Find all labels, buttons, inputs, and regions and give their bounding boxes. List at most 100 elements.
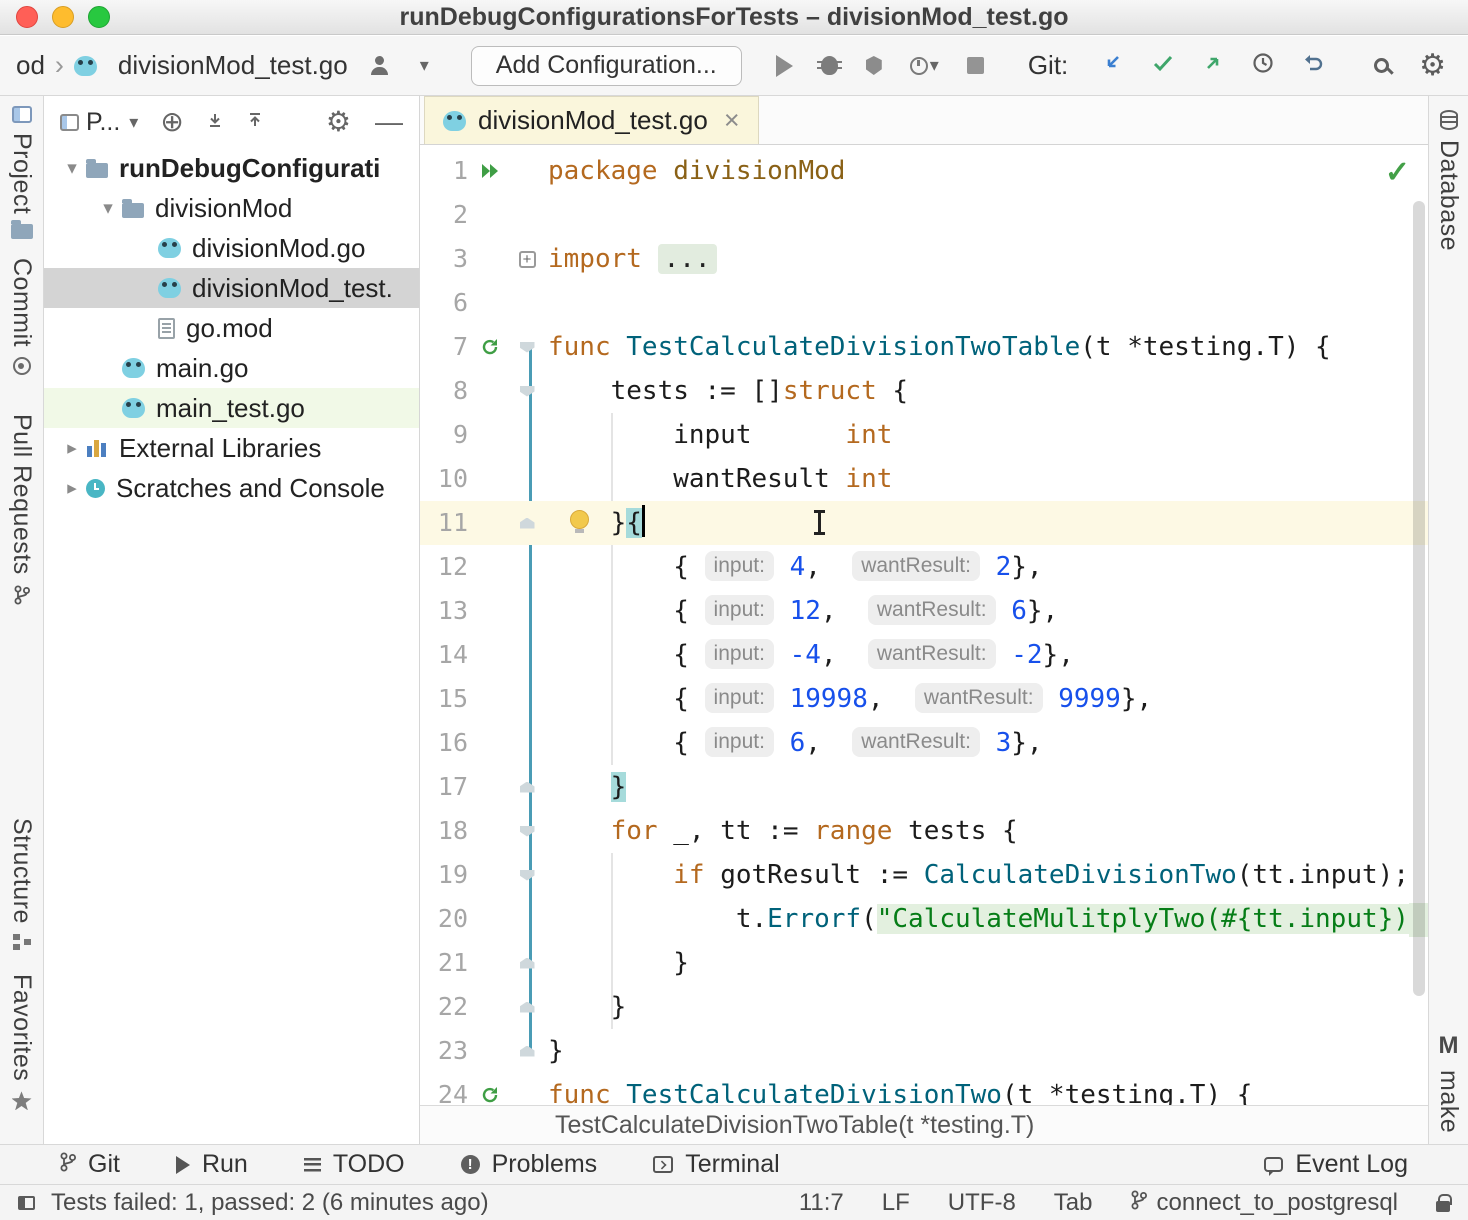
inspection-ok-icon[interactable]: ✓: [1385, 155, 1410, 190]
close-window-button[interactable]: [16, 6, 38, 28]
code-line[interactable]: 14 { input: -4, wantResult: -2},: [420, 633, 1428, 677]
expand-all-icon[interactable]: [206, 111, 224, 134]
file-encoding[interactable]: UTF-8: [948, 1189, 1016, 1217]
fold-marker[interactable]: [512, 782, 542, 793]
close-tab-icon[interactable]: ×: [724, 105, 740, 136]
tree-item-main-go[interactable]: main.go: [44, 348, 419, 388]
tree-item-divisionmod[interactable]: ▾divisionMod: [44, 188, 419, 228]
locate-file-icon[interactable]: ⊕: [160, 108, 183, 136]
tree-item-divisionmod-go[interactable]: divisionMod.go: [44, 228, 419, 268]
code-line[interactable]: 23}: [420, 1029, 1428, 1073]
code-line[interactable]: 8 tests := []struct {: [420, 369, 1428, 413]
history-clock-icon[interactable]: [1252, 52, 1274, 79]
intention-bulb-icon[interactable]: [570, 510, 589, 529]
tool-button-event-log[interactable]: Event Log: [1264, 1150, 1408, 1179]
tool-button-todo[interactable]: TODO: [304, 1150, 405, 1179]
tree-item-external-libraries[interactable]: ▸External Libraries: [44, 428, 419, 468]
breadcrumb-file[interactable]: divisionMod_test.go: [74, 50, 348, 81]
editor-tab[interactable]: divisionMod_test.go ×: [424, 96, 759, 144]
hide-panel-icon[interactable]: —: [375, 108, 403, 136]
user-widget[interactable]: ▾: [370, 55, 429, 76]
zoom-window-button[interactable]: [88, 6, 110, 28]
fold-marker[interactable]: [512, 958, 542, 969]
fold-marker[interactable]: [512, 1046, 542, 1057]
gear-icon[interactable]: ⚙: [1419, 51, 1446, 81]
debug-icon[interactable]: [821, 56, 838, 75]
toolwindow-toggle-icon[interactable]: [18, 1196, 35, 1210]
code-line[interactable]: 20 t.Errorf("CalculateMulitplyTwo(#{tt.i…: [420, 897, 1428, 941]
indent-style[interactable]: Tab: [1054, 1189, 1093, 1217]
tool-button-make[interactable]: M make: [1429, 1032, 1468, 1133]
breadcrumb-module[interactable]: od: [16, 50, 45, 81]
code-line[interactable]: 6: [420, 281, 1428, 325]
code-line[interactable]: 15 { input: 19998, wantResult: 9999},: [420, 677, 1428, 721]
tree-item-main-test-go[interactable]: main_test.go: [44, 388, 419, 428]
run-test-icon[interactable]: [468, 337, 512, 357]
tool-button-database[interactable]: Database: [1429, 110, 1468, 251]
code-line[interactable]: 7func TestCalculateDivisionTwoTable(t *t…: [420, 325, 1428, 369]
commit-check-icon[interactable]: [1152, 54, 1174, 77]
git-branch-widget[interactable]: connect_to_postgresql: [1131, 1189, 1399, 1217]
tree-item-divisionmod-test[interactable]: divisionMod_test.: [44, 268, 419, 308]
add-configuration-button[interactable]: Add Configuration...: [471, 46, 742, 86]
tool-button-git[interactable]: Git: [60, 1150, 120, 1179]
fold-marker[interactable]: [512, 342, 542, 353]
fold-marker[interactable]: [512, 251, 542, 268]
code-editor[interactable]: 1package divisionMod23import ...67func T…: [420, 145, 1428, 1105]
collapse-all-icon[interactable]: [246, 111, 264, 134]
tree-item-rundebugconfigurati[interactable]: ▾runDebugConfigurati: [44, 148, 419, 188]
tree-item-scratches-and-console[interactable]: ▸Scratches and Console: [44, 468, 419, 508]
update-project-icon[interactable]: [1102, 52, 1124, 79]
fold-marker[interactable]: [512, 1002, 542, 1013]
tool-button-problems[interactable]: Problems: [461, 1150, 598, 1179]
code-line[interactable]: 11 }{: [420, 501, 1428, 545]
code-line[interactable]: 18 for _, tt := range tests {: [420, 809, 1428, 853]
code-line[interactable]: 19 if gotResult := CalculateDivisionTwo(…: [420, 853, 1428, 897]
code-line[interactable]: 22 }: [420, 985, 1428, 1029]
status-message[interactable]: Tests failed: 1, passed: 2 (6 minutes ag…: [51, 1189, 489, 1217]
tree-chevron-icon[interactable]: ▸: [58, 437, 86, 460]
lock-icon[interactable]: [1436, 1201, 1450, 1212]
minimize-window-button[interactable]: [52, 6, 74, 28]
caret-position[interactable]: 11:7: [799, 1189, 844, 1217]
code-line[interactable]: 17 }: [420, 765, 1428, 809]
line-separator[interactable]: LF: [882, 1189, 910, 1217]
titlebar[interactable]: runDebugConfigurationsForTests – divisio…: [0, 0, 1468, 35]
code-line[interactable]: 10 wantResult int: [420, 457, 1428, 501]
push-icon[interactable]: [1202, 52, 1224, 79]
tool-button-run[interactable]: Run: [176, 1150, 248, 1179]
tree-chevron-icon[interactable]: ▸: [58, 477, 86, 500]
run-icon[interactable]: [776, 55, 793, 77]
tool-button-project[interactable]: Project: [0, 106, 43, 239]
project-view-selector[interactable]: P... ▾: [60, 108, 138, 137]
tool-button-structure[interactable]: Structure: [0, 818, 43, 950]
tool-button-commit[interactable]: Commit: [0, 258, 43, 375]
tool-button-terminal[interactable]: Terminal: [653, 1150, 779, 1179]
fold-marker[interactable]: [512, 826, 542, 837]
tree-chevron-icon[interactable]: ▾: [94, 197, 122, 220]
code-line[interactable]: 16 { input: 6, wantResult: 3},: [420, 721, 1428, 765]
code-line[interactable]: 3import ...: [420, 237, 1428, 281]
code-line[interactable]: 21 }: [420, 941, 1428, 985]
fold-marker[interactable]: [512, 386, 542, 397]
stop-icon[interactable]: [967, 57, 984, 74]
editor-scrollbar[interactable]: [1413, 201, 1425, 996]
coverage-icon[interactable]: [866, 56, 882, 75]
code-line[interactable]: 13 { input: 12, wantResult: 6},: [420, 589, 1428, 633]
tool-button-favorites[interactable]: Favorites: [0, 974, 43, 1110]
rollback-icon[interactable]: [1302, 53, 1324, 78]
tree-item-go-mod[interactable]: go.mod: [44, 308, 419, 348]
tool-button-pull-requests[interactable]: Pull Requests: [0, 414, 43, 610]
profiler-widget[interactable]: ▾: [910, 55, 939, 76]
code-line[interactable]: 1package divisionMod: [420, 149, 1428, 193]
run-test-icon[interactable]: [468, 1085, 512, 1105]
code-line[interactable]: 12 { input: 4, wantResult: 2},: [420, 545, 1428, 589]
context-function-signature[interactable]: TestCalculateDivisionTwoTable(t *testing…: [555, 1111, 1034, 1140]
run-all-icon[interactable]: [468, 162, 512, 180]
tree-chevron-icon[interactable]: ▾: [58, 157, 86, 180]
code-line[interactable]: 9 input int: [420, 413, 1428, 457]
settings-gear-icon[interactable]: ⚙: [326, 108, 351, 136]
code-line[interactable]: 24func TestCalculateDivisionTwo(t *testi…: [420, 1073, 1428, 1105]
fold-marker[interactable]: [512, 870, 542, 881]
code-line[interactable]: 2: [420, 193, 1428, 237]
